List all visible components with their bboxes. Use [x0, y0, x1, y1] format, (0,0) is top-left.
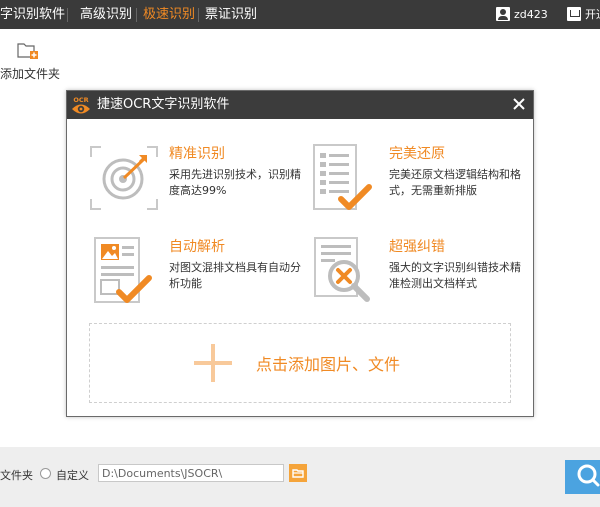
image-document-icon — [94, 237, 152, 303]
bottom-bar: 文件夹 自定义 D:\Documents\JSOCR\ — [0, 447, 600, 507]
output-path-field[interactable]: D:\Documents\JSOCR\ — [98, 464, 284, 482]
vip-label: 开通 — [585, 8, 600, 21]
add-folder-button[interactable]: 添加文件夹 — [0, 37, 60, 87]
feature-title: 精准识别 — [169, 146, 225, 162]
welcome-dialog: OCR 捷速OCR文字识别软件 精准识别 采用先进识别技术，识别精度高达99% — [66, 90, 534, 417]
vip-button[interactable]: 开通 — [567, 6, 600, 22]
feature-title: 超强纠错 — [389, 239, 445, 255]
source-folder-option-label[interactable]: 文件夹 — [0, 467, 33, 483]
ocr-logo-icon: OCR — [72, 96, 90, 114]
feature-title: 完美还原 — [389, 146, 445, 162]
document-check-icon — [313, 144, 372, 210]
feature-description: 对图文混排文档具有自动分析功能 — [169, 261, 301, 290]
browse-folder-button[interactable] — [289, 464, 307, 482]
feature-perfect-restore: 完美还原 完美还原文档逻辑结构和格式，无需重新排版 — [309, 143, 529, 223]
feature-description: 采用先进识别技术，识别精度高达99% — [169, 168, 301, 197]
tab-receipt-recognition[interactable]: 票证识别 — [205, 0, 257, 29]
feature-auto-parse: 自动解析 对图文混排文档具有自动分析功能 — [89, 236, 309, 316]
error-magnifier-icon — [314, 237, 370, 302]
target-icon — [90, 146, 158, 210]
cart-icon — [567, 7, 581, 21]
tab-app-name[interactable]: 字识别软件 — [0, 0, 65, 29]
dialog-header: OCR 捷速OCR文字识别软件 — [67, 91, 533, 119]
feature-title: 自动解析 — [169, 239, 225, 255]
custom-path-radio[interactable] — [40, 468, 51, 479]
close-icon[interactable] — [511, 96, 527, 112]
svg-text:OCR: OCR — [73, 96, 88, 104]
plus-icon — [194, 344, 232, 382]
add-folder-label: 添加文件夹 — [0, 67, 61, 81]
tab-separator — [67, 8, 68, 22]
dialog-title: 捷速OCR文字识别软件 — [97, 97, 230, 112]
custom-option-label[interactable]: 自定义 — [56, 467, 89, 483]
feature-error-correction: 超强纠错 强大的文字识别纠错技术精准检测出文档样式 — [309, 236, 529, 316]
user-icon — [496, 7, 510, 21]
feature-description: 完美还原文档逻辑结构和格式，无需重新排版 — [389, 168, 521, 197]
add-files-label: 点击添加图片、文件 — [256, 355, 401, 374]
start-recognition-button[interactable] — [565, 460, 600, 494]
toolbar: 添加文件夹 — [0, 29, 600, 89]
username: zd423 — [514, 7, 548, 21]
top-bar: 字识别软件 高级识别 极速识别 票证识别 zd423 开通 — [0, 0, 600, 29]
tab-fast-recognition[interactable]: 极速识别 — [143, 0, 195, 29]
tab-separator — [136, 8, 137, 22]
feature-accurate-recognition: 精准识别 采用先进识别技术，识别精度高达99% — [89, 143, 309, 223]
add-files-dropzone[interactable]: 点击添加图片、文件 — [89, 323, 511, 403]
tab-separator — [198, 8, 199, 22]
tab-advanced-recognition[interactable]: 高级识别 — [80, 0, 132, 29]
add-folder-icon — [17, 43, 38, 59]
feature-description: 强大的文字识别纠错技术精准检测出文档样式 — [389, 261, 521, 290]
user-account[interactable]: zd423 — [496, 6, 548, 22]
